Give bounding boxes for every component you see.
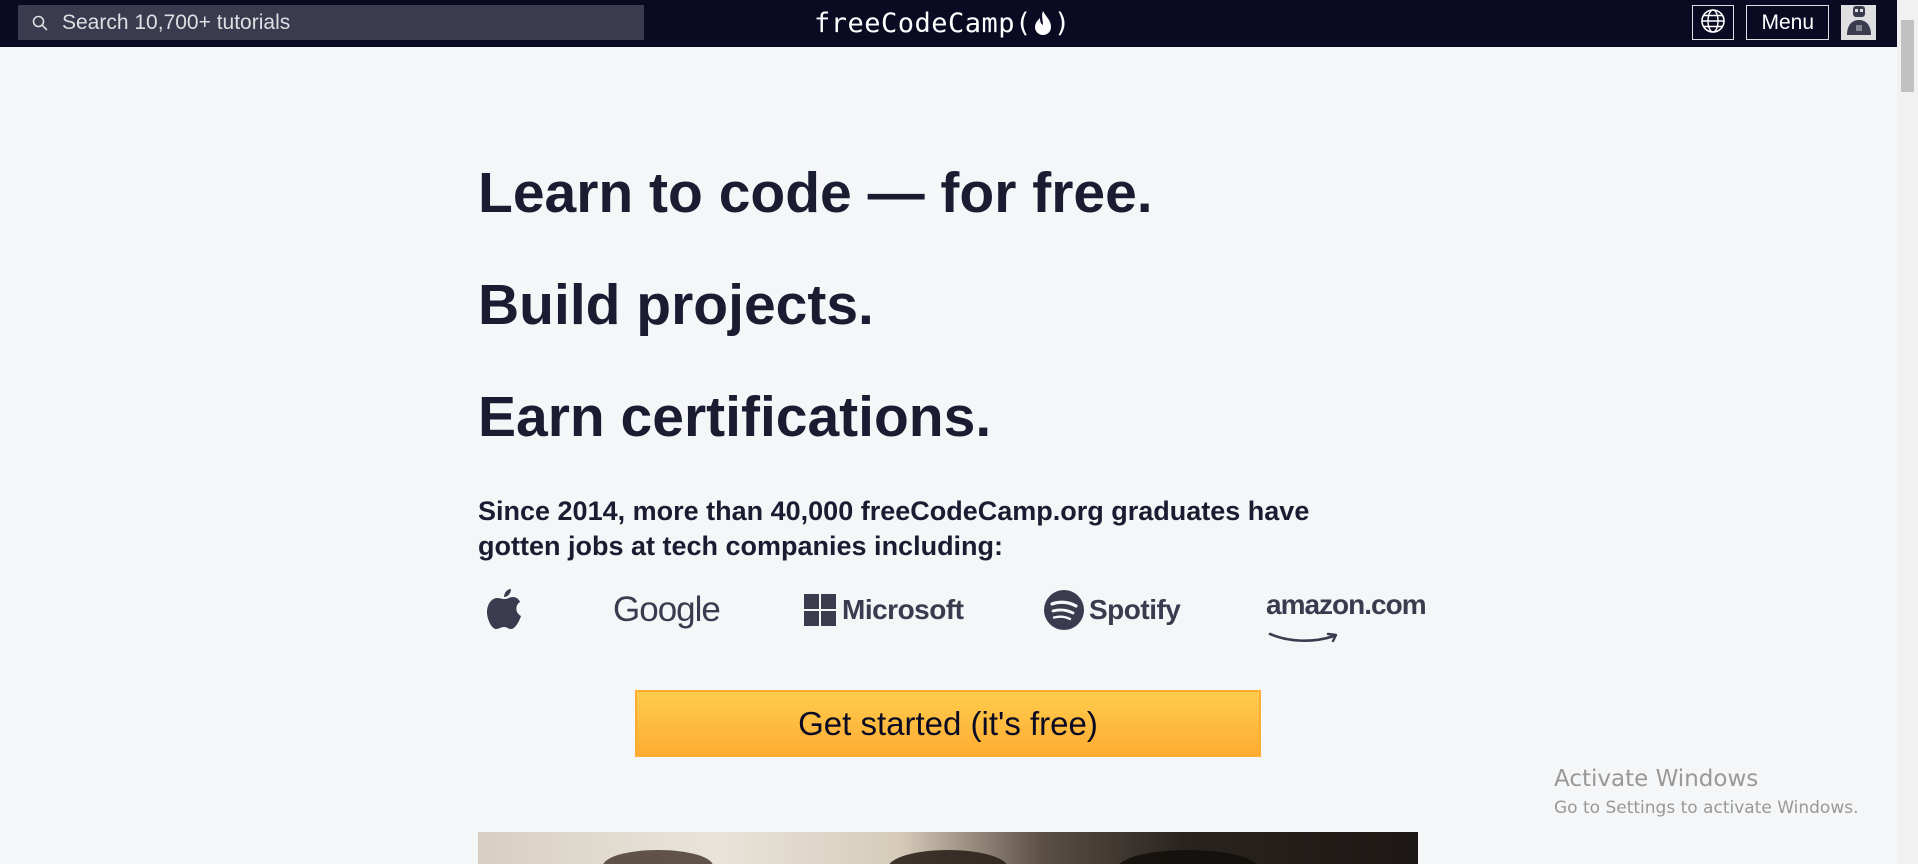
menu-button[interactable]: Menu bbox=[1746, 5, 1829, 40]
logo-text-suffix: ) bbox=[1053, 7, 1071, 39]
avatar[interactable] bbox=[1841, 5, 1876, 40]
apple-logo bbox=[484, 583, 524, 637]
headline-build: Build projects. bbox=[478, 273, 874, 337]
google-label: Google bbox=[613, 590, 721, 629]
spotify-logo: Spotify bbox=[1043, 583, 1181, 637]
windows-icon bbox=[804, 594, 836, 626]
headline-earn: Earn certifications. bbox=[478, 385, 992, 449]
spotify-label: Spotify bbox=[1089, 594, 1181, 625]
search-input[interactable] bbox=[62, 5, 644, 40]
language-button[interactable] bbox=[1692, 5, 1735, 40]
spotify-icon bbox=[1043, 589, 1085, 631]
amazon-smile-icon bbox=[1268, 619, 1348, 643]
fcc-logo[interactable]: freeCodeCamp( ) bbox=[814, 4, 1071, 42]
globe-icon bbox=[1700, 8, 1726, 37]
microsoft-logo: Microsoft bbox=[804, 583, 964, 637]
google-logo: Google bbox=[613, 583, 721, 637]
nav-actions: Menu bbox=[1692, 5, 1876, 40]
windows-activation-watermark: Activate Windows Go to Settings to activ… bbox=[1554, 766, 1859, 818]
logo-text-prefix: freeCodeCamp( bbox=[814, 7, 1032, 39]
graduates-text: Since 2014, more than 40,000 freeCodeCam… bbox=[478, 496, 1310, 561]
top-navbar: freeCodeCamp( ) Menu bbox=[0, 0, 1897, 47]
headline-learn: Learn to code — for free. bbox=[478, 161, 1153, 225]
amazon-logo: amazon.com bbox=[1266, 583, 1427, 643]
user-avatar-icon bbox=[1844, 5, 1874, 40]
search-icon bbox=[18, 15, 62, 31]
scrollbar-thumb[interactable] bbox=[1901, 20, 1914, 92]
search-bar bbox=[18, 5, 644, 40]
page-scrollbar[interactable] bbox=[1897, 0, 1918, 864]
hero-photo-shapes bbox=[603, 850, 1257, 864]
watermark-title: Activate Windows bbox=[1554, 766, 1759, 792]
hero-photo bbox=[478, 832, 1418, 864]
watermark-subtitle: Go to Settings to activate Windows. bbox=[1554, 798, 1859, 818]
company-logos: Google Microsoft Spotify amazon.com bbox=[478, 583, 1427, 643]
amazon-label: amazon.com bbox=[1266, 589, 1427, 620]
microsoft-label: Microsoft bbox=[842, 594, 964, 625]
apple-icon bbox=[484, 585, 524, 636]
flame-icon bbox=[1033, 9, 1053, 37]
get-started-button[interactable]: Get started (it's free) bbox=[635, 690, 1261, 757]
